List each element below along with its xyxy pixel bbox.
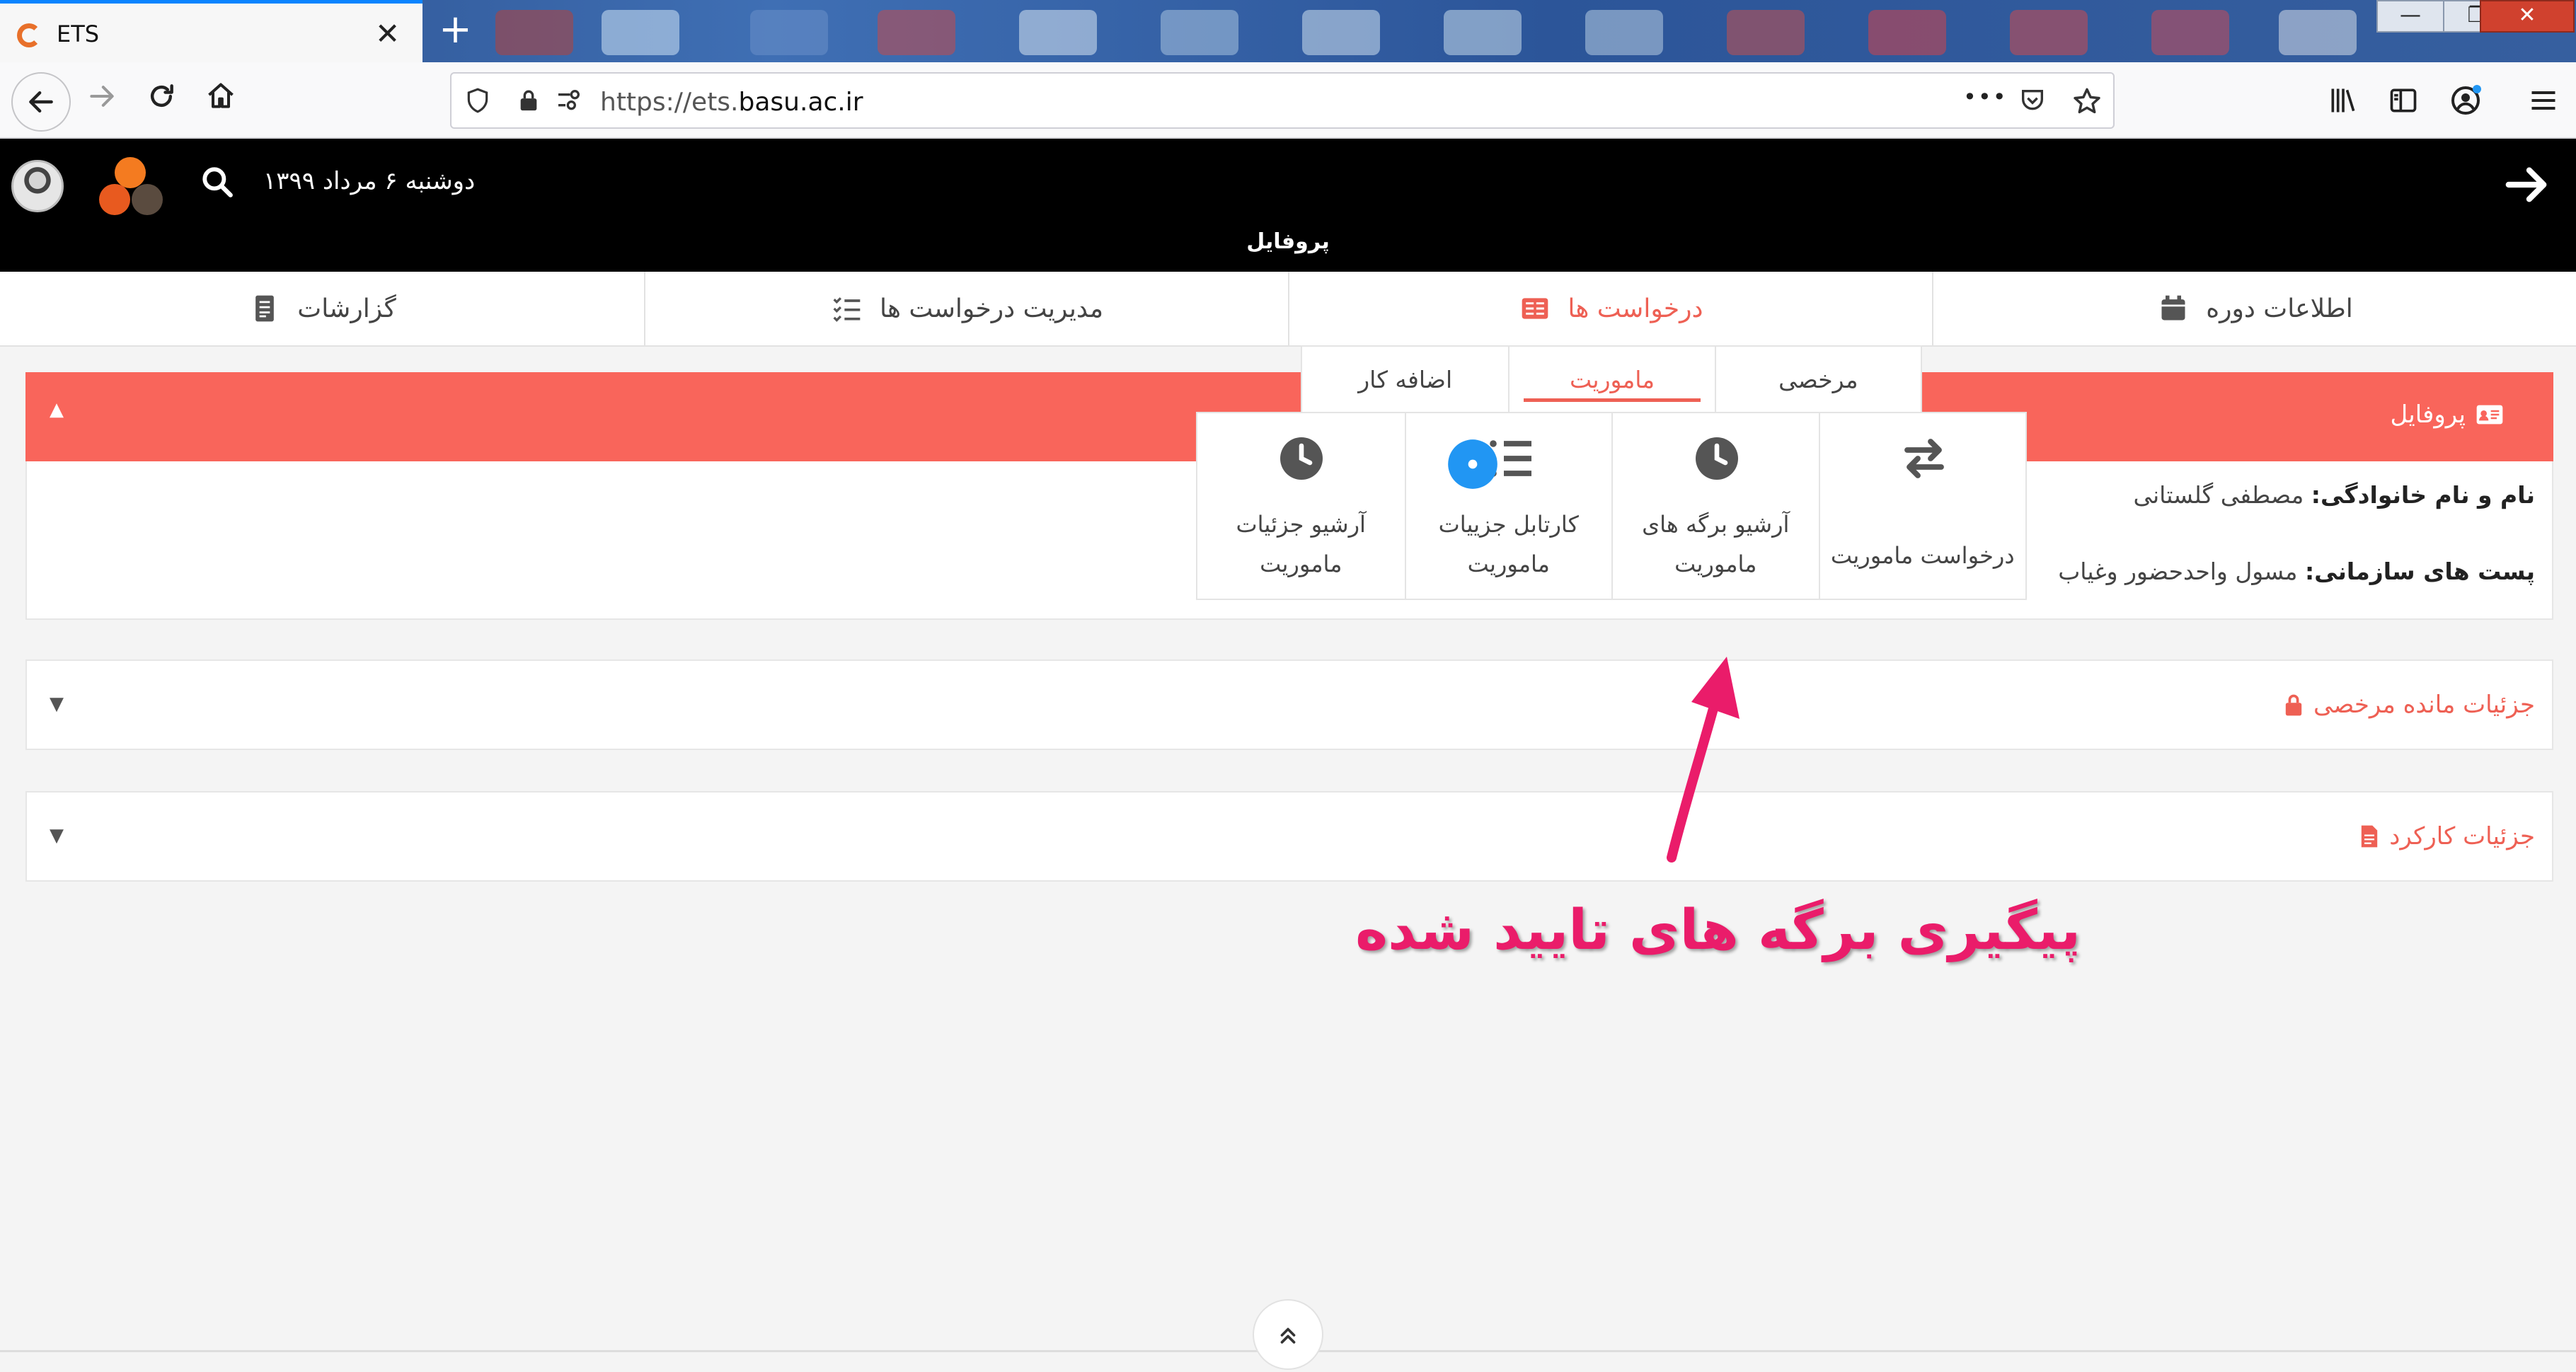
- mission-actions: درخواست ماموریت آرشیو برگه های ماموریت ک…: [1196, 412, 2027, 600]
- sidebar-icon[interactable]: [2388, 85, 2419, 116]
- profile-post-row: پست های سازمانی: مسول واحدحضور وغیاب: [2058, 558, 2535, 585]
- work-details-title: جزئیات کارکرد: [2359, 822, 2535, 851]
- new-tab-button[interactable]: +: [439, 8, 472, 51]
- expand-down-icon[interactable]: ▼: [50, 825, 64, 846]
- annotation-caption: پیگیری برگه های تایید شده: [1355, 899, 2081, 962]
- annotation-arrow: [1667, 657, 1740, 863]
- tab-request-management[interactable]: مدیریت درخواست ها: [644, 272, 1288, 345]
- tab-close-icon[interactable]: ✕: [375, 16, 400, 51]
- mission-details-archive-label-2: ماموریت: [1260, 550, 1342, 577]
- lock-icon: [2285, 694, 2302, 716]
- list-check-icon: [833, 297, 861, 322]
- shield-icon[interactable]: [464, 86, 491, 115]
- reload-icon: [150, 84, 173, 108]
- forward-arrow-icon: [90, 86, 114, 107]
- back-button[interactable]: [11, 72, 71, 132]
- app-header: دوشنبه ۶ مرداد ۱۳۹۹ پروفایل: [0, 139, 2576, 272]
- tab-title: ETS: [57, 21, 100, 47]
- permissions-icon[interactable]: [555, 86, 583, 115]
- tab-course-info[interactable]: اطلاعات دوره: [1932, 272, 2576, 345]
- document-icon: [2362, 825, 2378, 848]
- home-icon: [208, 83, 234, 108]
- browser-navbar: https://ets.basu.ac.ir •••: [0, 62, 2576, 139]
- tab-reports[interactable]: گزارشات: [0, 272, 644, 345]
- mission-request-label: درخواست ماموریت: [1830, 542, 2015, 569]
- profile-panel-title: پروفایل: [2391, 400, 2504, 429]
- url-domain: basu.ac.ir: [738, 88, 863, 117]
- leave-balance-title: جزئیات مانده مرخصی: [2284, 691, 2535, 719]
- requests-icon: [1522, 298, 1548, 319]
- tab-requests-label: درخواست ها: [1568, 294, 1703, 323]
- library-icon[interactable]: [2327, 85, 2359, 116]
- browser-tab[interactable]: ETS ✕: [0, 0, 422, 62]
- mission-details-cartable-label-1: کارتابل جزییات: [1438, 511, 1579, 538]
- tab-reports-label: گزارشات: [297, 294, 396, 323]
- url-bar[interactable]: https://ets.basu.ac.ir •••: [450, 72, 2115, 129]
- reload-button[interactable]: [142, 81, 181, 120]
- window-minimize-button[interactable]: —: [2376, 0, 2444, 33]
- work-details-title-text: جزئیات کارکرد: [2389, 822, 2535, 851]
- account-icon[interactable]: [2449, 83, 2483, 117]
- window-close-button[interactable]: ✕: [2480, 0, 2575, 33]
- mission-sheets-archive-card[interactable]: آرشیو برگه های ماموریت: [1611, 413, 1819, 600]
- page-title: پروفایل: [1246, 229, 1330, 254]
- avatar[interactable]: [11, 160, 64, 212]
- post-value: مسول واحدحضور وغیاب: [2058, 558, 2298, 585]
- search-icon[interactable]: [200, 164, 235, 200]
- main-tabs: اطلاعات دوره درخواست ها مدیریت درخواست ه…: [0, 272, 2576, 347]
- report-icon: [255, 295, 275, 322]
- exchange-icon: [1904, 439, 1944, 478]
- expand-down-icon[interactable]: ▼: [50, 693, 64, 715]
- calendar-icon: [2161, 295, 2185, 321]
- tab-request-management-label: مدیریت درخواست ها: [879, 294, 1104, 323]
- subtab-overtime[interactable]: اضافه کار: [1302, 347, 1508, 413]
- id-card-icon: [2476, 405, 2503, 425]
- collapse-up-icon[interactable]: ▲: [50, 399, 64, 420]
- post-label: پست های سازمانی:: [2304, 558, 2535, 585]
- url-text[interactable]: https://ets.basu.ac.ir: [600, 88, 863, 117]
- tab-requests[interactable]: درخواست ها: [1288, 272, 1932, 345]
- name-label: نام و نام خانوادگی:: [2311, 481, 2535, 509]
- menu-icon[interactable]: [2528, 85, 2559, 116]
- tab-course-info-label: اطلاعات دوره: [2206, 294, 2353, 323]
- current-date: دوشنبه ۶ مرداد ۱۳۹۹: [263, 167, 476, 195]
- notification-dot-icon: [1447, 439, 1497, 489]
- mission-request-card[interactable]: درخواست ماموریت: [1818, 413, 2026, 600]
- brand-logo: [92, 157, 170, 221]
- back-arrow-icon: [29, 91, 53, 113]
- arrow-right-icon[interactable]: [2502, 160, 2552, 209]
- clock-icon: [1280, 437, 1323, 480]
- subtab-mission[interactable]: ماموریت: [1508, 347, 1714, 413]
- home-button[interactable]: [201, 81, 241, 120]
- mission-details-archive-card[interactable]: آرشیو جزئیات ماموریت: [1197, 413, 1405, 600]
- profile-title-text: پروفایل: [2390, 400, 2466, 429]
- pocket-icon[interactable]: [2018, 86, 2047, 115]
- leave-balance-title-text: جزئیات مانده مرخصی: [2313, 691, 2535, 719]
- scroll-to-top-button[interactable]: [1253, 1299, 1323, 1370]
- double-chevron-up-icon: [1280, 1327, 1296, 1344]
- mission-sheets-archive-label-1: آرشیو برگه های: [1642, 511, 1790, 538]
- profile-name-row: نام و نام خانوادگی: مصطفی گلستانی: [2133, 481, 2535, 509]
- clock-icon: [1696, 437, 1738, 480]
- mission-details-archive-label-1: آرشیو جزئیات: [1236, 511, 1366, 538]
- mission-details-cartable-label-2: ماموریت: [1467, 550, 1550, 577]
- bookmark-star-icon[interactable]: [2072, 86, 2102, 116]
- forward-button[interactable]: [82, 81, 122, 120]
- lock-icon[interactable]: [517, 86, 541, 115]
- mission-sheets-archive-label-2: ماموریت: [1674, 550, 1757, 577]
- site-favicon-icon: [17, 23, 41, 47]
- subtab-leave[interactable]: مرخصی: [1714, 347, 1921, 413]
- url-prefix: https://ets.: [600, 88, 739, 117]
- mission-details-cartable-card[interactable]: کارتابل جزییات ماموریت: [1404, 413, 1612, 600]
- work-details-section[interactable]: جزئیات کارکرد ▼: [25, 791, 2553, 882]
- leave-balance-section[interactable]: جزئیات مانده مرخصی ▼: [25, 659, 2553, 750]
- page-actions-icon[interactable]: •••: [1963, 83, 2008, 110]
- requests-submenu-tabs: مرخصی ماموریت اضافه کار: [1301, 345, 1922, 413]
- name-value: مصطفی گلستانی: [2133, 481, 2304, 509]
